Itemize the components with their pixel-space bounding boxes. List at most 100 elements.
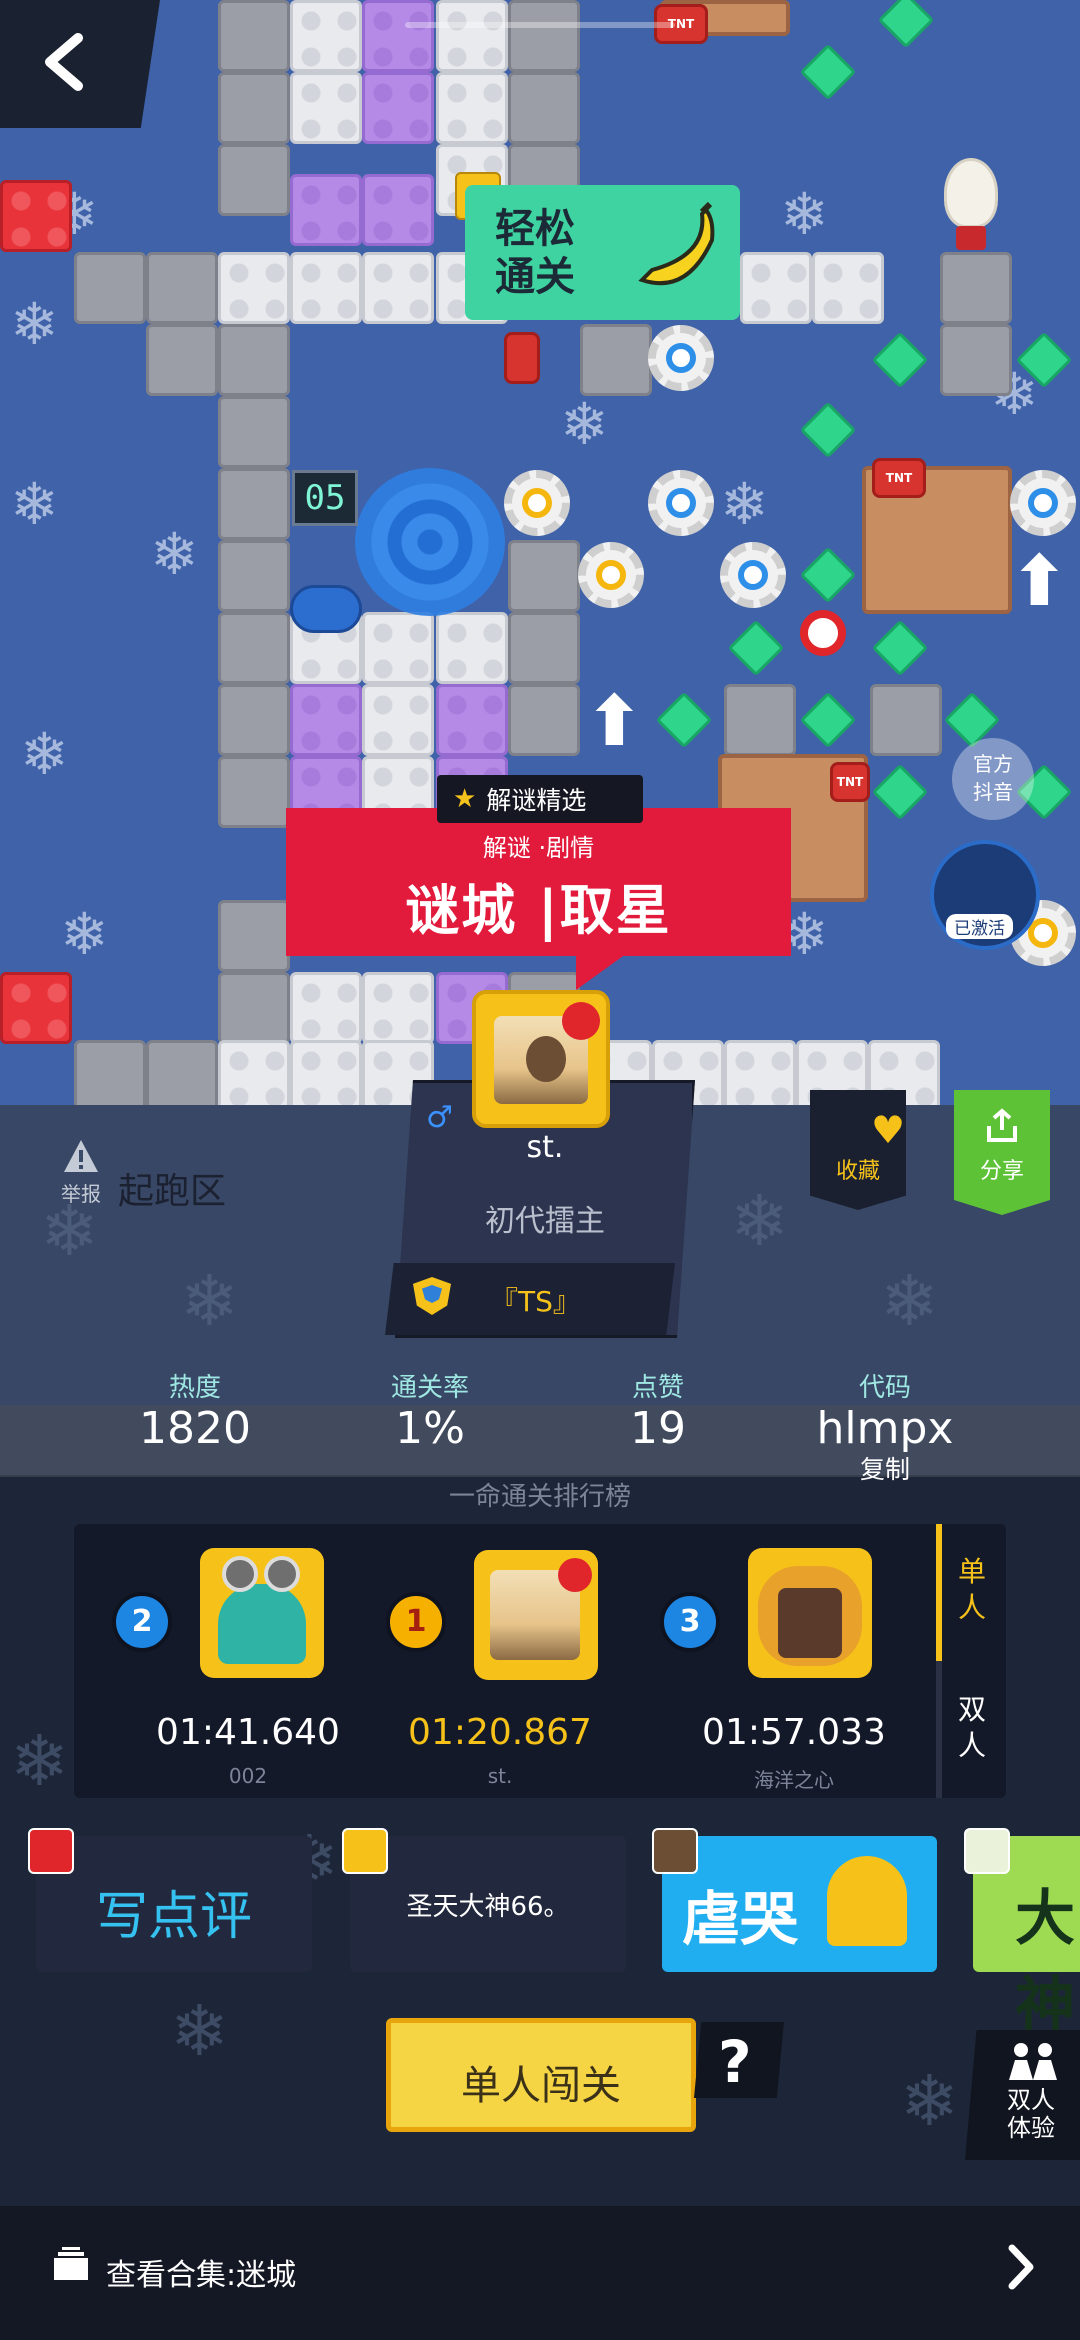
collection-bar[interactable]: 查看合集:迷城 xyxy=(0,2206,1080,2340)
grey-block xyxy=(580,324,652,396)
snowflake-decoration: ❄ xyxy=(720,470,769,538)
solo-play-label: 单人闯关 xyxy=(461,2063,621,2109)
grey-block xyxy=(218,756,290,828)
chevron-right-icon xyxy=(1008,2244,1034,2290)
snowflake-decoration: ❄ xyxy=(560,390,609,458)
leaderboard-time: 01:41.640 xyxy=(156,1712,340,1753)
stat-pass-rate: 通关率 1% xyxy=(365,1367,495,1454)
grey-block xyxy=(218,396,290,468)
author-avatar[interactable] xyxy=(472,990,610,1128)
grey-block xyxy=(218,972,290,1044)
stat-heat-value: 1820 xyxy=(139,1403,251,1454)
review-text: 圣天大神66。 xyxy=(406,1892,570,1922)
white-brick xyxy=(290,972,362,1044)
help-button[interactable]: ? xyxy=(694,2022,784,2098)
tab-two-player[interactable]: 双人 xyxy=(958,1692,994,1764)
fan-trap-icon xyxy=(290,585,362,633)
grey-block xyxy=(724,684,796,756)
up-arrow-icon: ⬆ xyxy=(1010,540,1069,622)
snowflake-decoration: ❄ xyxy=(10,290,59,358)
gem-pickup xyxy=(871,619,929,677)
tnt-barrel: TNT xyxy=(872,458,926,498)
reviewer-avatar xyxy=(28,1828,74,1874)
white-brick xyxy=(362,612,434,684)
banana-icon xyxy=(638,201,715,286)
activated-badge[interactable]: 已激活 xyxy=(930,840,1040,950)
level-title: 谜城 |取星 xyxy=(405,879,672,942)
white-brick xyxy=(436,0,508,72)
leaderboard-time: 01:20.867 xyxy=(408,1712,592,1753)
gear-mechanism xyxy=(648,470,714,536)
share-button[interactable]: 分享 xyxy=(954,1090,1050,1215)
easy-clear-text: 轻松 通关 xyxy=(495,206,575,300)
gear-mechanism xyxy=(648,325,714,391)
level-category: 解谜 ·剧情 xyxy=(482,834,595,862)
two-people-icon xyxy=(1009,2043,1057,2080)
snowflake-decoration: ❄ xyxy=(10,470,59,538)
official-douyin-badge[interactable]: 官方 抖音 xyxy=(952,738,1034,820)
grey-block xyxy=(146,1040,218,1105)
reviewer-avatar xyxy=(964,1828,1010,1874)
report-label: 举报 xyxy=(61,1182,101,1206)
author-name: st. xyxy=(526,1130,564,1165)
grey-block xyxy=(218,0,290,72)
favorite-button[interactable]: ♥ 收藏 xyxy=(810,1090,906,1210)
duo-trial-button[interactable]: 双人 体验 xyxy=(965,2030,1080,2160)
review-card[interactable]: 圣天大神66。 xyxy=(350,1836,626,1972)
review-text: 大神 xyxy=(1015,1884,1075,2041)
star-icon: ★ xyxy=(453,784,477,814)
write-review-button[interactable]: 写点评 xyxy=(36,1836,312,1972)
grey-block xyxy=(940,252,1012,324)
share-label: 分享 xyxy=(979,1159,1024,1184)
grey-block xyxy=(218,72,290,144)
leaderboard-name: 海洋之心 xyxy=(754,1768,834,1792)
review-card[interactable]: 虐哭 xyxy=(662,1836,937,1972)
reviewer-avatar xyxy=(342,1828,388,1874)
leaderboard-avatar[interactable] xyxy=(474,1550,598,1680)
leaderboard-name: st. xyxy=(487,1764,513,1788)
featured-label: 解谜精选 xyxy=(486,786,587,815)
gear-mechanism xyxy=(1010,470,1076,536)
tnt-barrel: TNT xyxy=(830,762,870,802)
red-brick xyxy=(0,180,72,252)
favorite-label: 收藏 xyxy=(835,1159,880,1184)
snowflake-decoration: ❄ xyxy=(170,1990,229,2072)
reviewer-avatar xyxy=(652,1828,698,1874)
snowflake-decoration: ❄ xyxy=(730,1180,789,1262)
tab-single-player[interactable]: 单人 xyxy=(958,1554,994,1626)
share-icon xyxy=(987,1108,1017,1142)
number-tile: 05 xyxy=(292,470,358,526)
solo-play-button[interactable]: 单人闯关 xyxy=(386,2018,696,2132)
red-brick xyxy=(0,972,72,1044)
grey-block xyxy=(940,324,1012,396)
back-button[interactable] xyxy=(0,0,160,128)
leaderboard-title: 一命通关排行榜 xyxy=(448,1482,631,1512)
rank-badge: 1 xyxy=(386,1592,446,1652)
grey-block xyxy=(218,144,290,216)
rank-badge: 3 xyxy=(660,1592,720,1652)
duo-trial-label: 双人 体验 xyxy=(1007,2086,1055,2142)
stat-likes-value: 19 xyxy=(630,1403,686,1454)
grey-block xyxy=(218,324,290,396)
leaderboard-avatar[interactable] xyxy=(200,1548,324,1678)
leaderboard-avatar[interactable] xyxy=(748,1548,872,1678)
lightbulb-icon xyxy=(944,158,998,228)
grey-block xyxy=(508,540,580,612)
snowflake-decoration: ❄ xyxy=(180,1260,239,1342)
snowflake-decoration: ❄ xyxy=(780,180,829,248)
help-icon: ? xyxy=(718,2028,752,2096)
report-button[interactable]: 举报 xyxy=(58,1138,104,1207)
stat-code[interactable]: 代码 hlmpx 复制 xyxy=(790,1367,980,1486)
grey-block xyxy=(218,684,290,756)
snowflake-decoration: ❄ xyxy=(900,2060,959,2142)
gear-mechanism xyxy=(504,470,570,536)
gem-pickup xyxy=(727,619,785,677)
stat-code-value: hlmpx xyxy=(816,1403,954,1454)
leaderboard-mode-tabs: 单人 双人 xyxy=(936,1524,1006,1798)
white-brick xyxy=(362,252,434,324)
stat-pass-value: 1% xyxy=(395,1403,465,1454)
tnt-barrel xyxy=(504,332,540,384)
snowflake-decoration: ❄ xyxy=(150,520,199,588)
gem-pickup xyxy=(799,691,857,749)
top-handle-indicator xyxy=(405,22,675,28)
